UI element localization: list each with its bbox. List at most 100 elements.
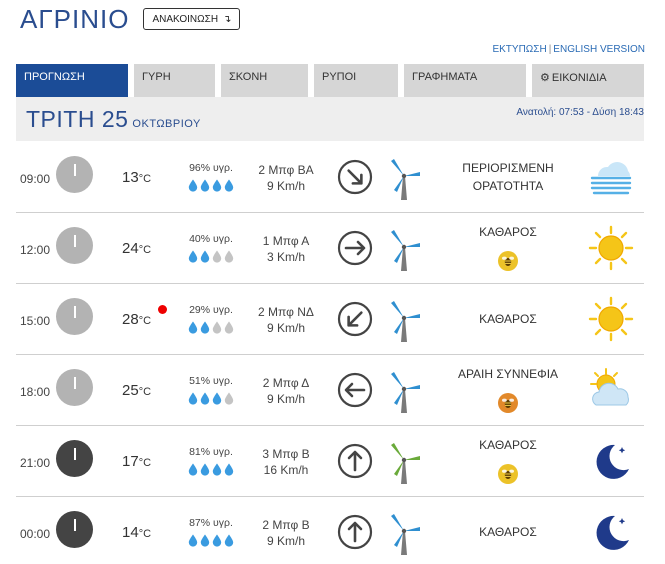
sky-condition: ΚΑΘΑΡΟΣ [443, 223, 573, 241]
temperature: 13°C [122, 169, 151, 186]
forecast-row: 21:00 17°C 81% υγρ. 3 Μπφ Β 16 Km/h ΚΑΘΑ… [16, 426, 644, 497]
temperature-value: 14 [122, 524, 139, 541]
humidity-drops [184, 534, 238, 547]
english-version-link[interactable]: ENGLISH VERSION [553, 44, 645, 55]
water-drop-icon [200, 250, 210, 263]
tab-charts[interactable]: ΓΡΑΦΗΜΑΤΑ [404, 64, 526, 97]
wind-force: 1 Μπφ Α [262, 234, 310, 248]
clock-icon [56, 511, 93, 548]
water-drop-icon [212, 463, 222, 476]
temperature: 24°C [122, 240, 151, 257]
humidity: 51% υγρ. [189, 375, 233, 387]
tab-icons[interactable]: ⚙ ΕΙΚΟΝΙΔΙΑ [532, 64, 644, 97]
tab-label: ΓΥΡΗ [142, 71, 171, 83]
water-drop-icon [224, 321, 234, 334]
sky-condition-line: ΟΡΑΤΟΤΗΤΑ [472, 179, 544, 193]
fog-icon [588, 154, 634, 200]
humidity: 29% υγρ. [189, 304, 233, 316]
wind-info: 2 Μπφ Δ 9 Km/h [246, 375, 326, 407]
wind-speed: 9 Km/h [266, 321, 305, 335]
wind-info: 3 Μπφ Β 16 Km/h [246, 446, 326, 478]
wind-info: 2 Μπφ Β 9 Km/h [246, 517, 326, 549]
wind-turbine-icon [391, 230, 420, 271]
temperature: 17°C [122, 453, 151, 470]
wind-direction-icon [337, 443, 373, 479]
tab-pollen[interactable]: ΓΥΡΗ [134, 64, 215, 97]
tab-bar: ΠΡΟΓΝΩΣΗ ΓΥΡΗ ΣΚΟΝΗ ΡΥΠΟΙ ΓΡΑΦΗΜΑΤΑ ⚙ ΕΙΚ… [16, 64, 644, 97]
temperature-value: 17 [122, 453, 139, 470]
water-drop-icon [224, 463, 234, 476]
water-drop-icon [212, 534, 222, 547]
tab-label: ΓΡΑΦΗΜΑΤΑ [412, 71, 478, 83]
forecast-time: 21:00 [20, 456, 51, 470]
forecast-row: 12:00 24°C 40% υγρ. 1 Μπφ Α 3 Km/h ΚΑΘΑΡ… [16, 213, 644, 284]
sun-icon [588, 296, 634, 342]
gear-icon: ⚙ [540, 72, 550, 84]
tab-forecast[interactable]: ΠΡΟΓΝΩΣΗ [16, 64, 128, 97]
clock-icon [56, 440, 93, 477]
temperature: 28°C [122, 311, 151, 328]
wind-turbine-icon [391, 372, 420, 413]
clock-icon [56, 369, 93, 406]
temperature-unit: °C [138, 457, 152, 469]
forecast-time: 09:00 [20, 172, 51, 186]
humidity-drops [184, 321, 238, 334]
announcement-button[interactable]: ΑΝΑΚΟΙΝΩΣΗ ↴ [143, 8, 241, 30]
tab-pollutants[interactable]: ΡΥΠΟΙ [314, 64, 398, 97]
water-drop-icon [224, 392, 234, 405]
water-drop-icon [188, 392, 198, 405]
day-month: ΟΚΤΩΒΡΙΟΥ [132, 118, 201, 130]
wind-info: 1 Μπφ Α 3 Km/h [246, 233, 326, 265]
water-drop-icon [188, 250, 198, 263]
city-title: ΑΓΡΙΝΙΟ [20, 3, 130, 34]
forecast-time: 12:00 [20, 243, 51, 257]
pollen-bee-icon [498, 251, 518, 271]
forecast-row: 15:00 28°C 29% υγρ. 2 Μπφ ΝΔ 9 Km/h ΚΑΘΑ… [16, 284, 644, 355]
arrow-down-icon: ↴ [223, 13, 232, 25]
wind-direction-icon [337, 159, 373, 195]
temperature: 14°C [122, 524, 151, 541]
pollen-bee-icon [498, 464, 518, 484]
sky-condition-line: ΚΑΘΑΡΟΣ [479, 525, 537, 539]
water-drop-icon [200, 179, 210, 192]
water-drop-icon [212, 179, 222, 192]
tab-dust[interactable]: ΣΚΟΝΗ [221, 64, 308, 97]
wind-force: 2 Μπφ Β [262, 518, 310, 532]
water-drop-icon [200, 392, 210, 405]
temperature-value: 24 [122, 240, 139, 257]
temperature-value: 13 [122, 169, 139, 186]
tab-label: ΡΥΠΟΙ [322, 71, 357, 83]
sky-condition-line: ΚΑΘΑΡΟΣ [479, 312, 537, 326]
humidity-drops [184, 179, 238, 192]
temperature: 25°C [122, 382, 151, 399]
sunrise-sunset: Ανατολή: 07:53 - Δύση 18:43 [516, 107, 644, 118]
print-link[interactable]: ΕΚΤΥΠΩΣΗ [492, 44, 546, 55]
forecast-row: 09:00 13°C 96% υγρ. 2 Μπφ ΒΑ 9 Km/h ΠΕΡΙ… [16, 142, 644, 213]
sky-condition: ΚΑΘΑΡΟΣ [443, 310, 573, 328]
sky-condition: ΚΑΘΑΡΟΣ [443, 523, 573, 541]
temperature-unit: °C [138, 386, 152, 398]
wind-info: 2 Μπφ ΒΑ 9 Km/h [246, 162, 326, 194]
wind-info: 2 Μπφ ΝΔ 9 Km/h [246, 304, 326, 336]
humidity: 40% υγρ. [189, 233, 233, 245]
water-drop-icon [200, 321, 210, 334]
heat-warning-dot [158, 305, 167, 314]
humidity: 81% υγρ. [189, 446, 233, 458]
sky-condition-line: ΚΑΘΑΡΟΣ [479, 438, 537, 452]
wind-force: 2 Μπφ Δ [262, 376, 310, 390]
wind-speed: 9 Km/h [266, 179, 305, 193]
wind-direction-icon [337, 230, 373, 266]
water-drop-icon [188, 321, 198, 334]
sky-condition-line: ΑΡΑΙΗ ΣΥΝΝΕΦΙΑ [457, 367, 559, 381]
sky-condition: ΑΡΑΙΗ ΣΥΝΝΕΦΙΑ [443, 365, 573, 383]
water-drop-icon [200, 534, 210, 547]
wind-force: 2 Μπφ ΒΑ [258, 163, 314, 177]
forecast-row: 18:00 25°C 51% υγρ. 2 Μπφ Δ 9 Km/h ΑΡΑΙΗ… [16, 355, 644, 426]
temperature-unit: °C [138, 528, 152, 540]
clock-icon [56, 156, 93, 193]
forecast-row: 00:00 14°C 87% υγρ. 2 Μπφ Β 9 Km/h ΚΑΘΑΡ… [16, 497, 644, 564]
top-links: ΕΚΤΥΠΩΣΗ | ENGLISH VERSION [492, 44, 645, 55]
wind-force: 2 Μπφ ΝΔ [258, 305, 314, 319]
wind-turbine-icon [391, 443, 420, 484]
sun-icon [588, 225, 634, 271]
